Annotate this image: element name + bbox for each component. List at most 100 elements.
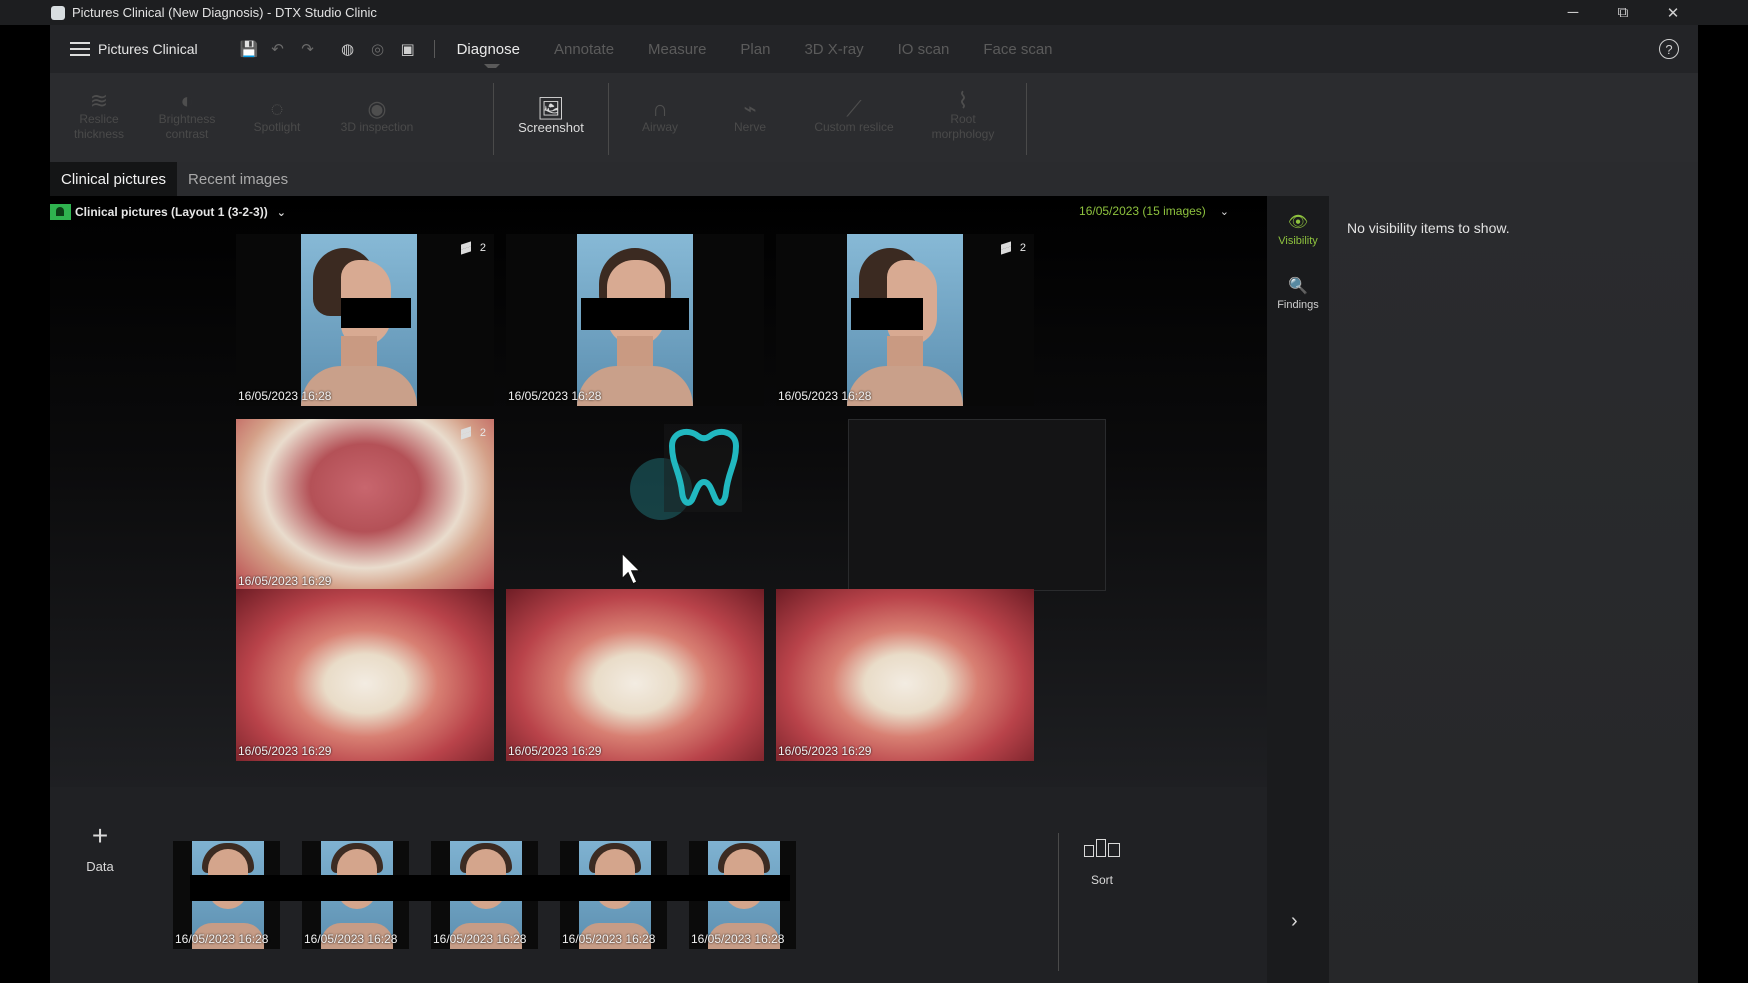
visibility-panel: No visibility items to show. [1329,196,1698,983]
sort-icon [1082,837,1122,865]
root-morphology-icon: ⌇ [957,88,969,113]
tab-recent-images[interactable]: Recent images [177,162,299,196]
image-tile[interactable]: 2 16/05/2023 16:28 [236,234,494,406]
screenshot-icon: 🖼 [537,95,565,121]
plus-icon: + [91,820,109,851]
tab-clinical-pictures[interactable]: Clinical pictures [50,162,178,196]
spotlight-tool[interactable]: ◌ Spotlight [236,73,318,162]
chevron-right-icon[interactable]: › [1291,910,1298,933]
sort-label: Sort [1090,873,1113,887]
view-subtabs: Clinical pictures Recent images [50,162,1698,196]
tab-annotate[interactable]: Annotate [554,41,614,58]
menu-hamburger-icon[interactable] [70,42,90,56]
filmstrip: + Data 16/05/2023 16:28 16/05/2023 16:28… [50,787,1267,983]
3d-inspection-label: 3D inspection [340,119,414,134]
photo-smile-profile [847,234,963,406]
close-button[interactable]: ✕ [1648,0,1698,25]
module-name: Pictures Clinical [98,41,198,57]
top-navigation: Pictures Clinical 💾 ↶ ↷ ◍ ◎ ▣ Diagnose A… [50,25,1698,73]
ribbon-separator [1026,83,1027,155]
chevron-down-icon: ⌄ [1219,205,1229,218]
redo-icon[interactable]: ↷ [300,40,316,58]
tab-io-scan[interactable]: IO scan [898,41,950,58]
brightness-contrast-tool[interactable]: ◐ Brightness contrast [144,73,230,162]
filmstrip-separator [1058,833,1059,971]
thumbnail-timestamp: 16/05/2023 16:28 [691,932,785,946]
brightness-contrast-icon: ◐ [180,88,194,113]
redaction-bar [581,298,689,330]
save-icon[interactable]: 💾 [240,40,259,58]
empty-state-message: No visibility items to show. [1347,220,1510,236]
empty-image-slot[interactable] [848,419,1106,591]
image-tile[interactable]: 16/05/2023 16:29 [236,589,494,761]
layout-label: Clinical pictures (Layout 1 (3-2-3)) [75,205,268,219]
tab-3d-xray[interactable]: 3D X-ray [804,41,863,58]
date-selector[interactable]: 16/05/2023 (15 images) ⌄ [1079,204,1229,218]
image-timestamp: 16/05/2023 16:28 [238,389,332,403]
custom-reslice-icon: ⟋ [846,95,862,121]
image-tile[interactable]: 2 16/05/2023 16:28 [776,234,1034,406]
crop-circle-icon[interactable]: ◎ [370,40,386,58]
image-icon[interactable]: ▣ [400,40,416,58]
date-label: 16/05/2023 (15 images) [1079,204,1206,218]
image-stack-badge: 2 [460,242,486,254]
tab-plan[interactable]: Plan [740,41,770,58]
image-timestamp: 16/05/2023 16:29 [238,744,332,758]
reslice-thickness-tool[interactable]: ≋ Reslice thickness [58,73,140,162]
screenshot-tool[interactable]: 🖼 Screenshot [508,73,594,162]
minimize-button[interactable]: ─ [1548,0,1598,25]
layout-selector[interactable]: Clinical pictures (Layout 1 (3-2-3)) ⌄ [50,203,286,221]
image-tile[interactable]: 16/05/2023 16:29 [776,589,1034,761]
mouse-cursor-icon [621,551,642,586]
custom-reslice-tool[interactable]: ⟋ Custom reslice [798,73,910,162]
3d-inspection-tool[interactable]: ◉ 3D inspection [322,73,432,162]
loading-tooth-icon [630,424,742,536]
maximize-button[interactable]: ⧉ [1598,0,1648,25]
help-icon[interactable]: ? [1659,39,1679,59]
add-data-button[interactable]: + Data [68,820,132,875]
eye-icon: 👁 [1287,214,1309,231]
nerve-tool[interactable]: ⌁ Nerve [710,73,790,162]
aperture-icon[interactable]: ◍ [340,40,356,58]
image-tile[interactable]: 2 16/05/2023 16:29 [236,419,494,591]
tab-face-scan[interactable]: Face scan [983,41,1052,58]
image-tile[interactable]: 16/05/2023 16:28 [506,234,764,406]
airway-label: Airway [641,119,678,134]
tool-ribbon: ≋ Reslice thickness ◐ Brightness contras… [50,73,1698,162]
ribbon-separator [493,83,494,155]
sort-button[interactable]: Sort [1072,837,1132,887]
image-viewer: Clinical pictures (Layout 1 (3-2-3)) ⌄ 1… [50,196,1267,787]
findings-search-icon: 🔍 [1288,278,1308,295]
custom-reslice-label: Custom reslice [814,119,894,134]
image-tile[interactable]: 16/05/2023 16:29 [506,589,764,761]
photo-right-profile [301,234,417,406]
photo-frontal [577,234,693,406]
visibility-label: Visibility [1278,235,1318,247]
image-timestamp: 16/05/2023 16:29 [778,744,872,758]
root-morphology-tool[interactable]: ⌇ Root morphology [918,73,1008,162]
tab-measure[interactable]: Measure [648,41,706,58]
spotlight-icon: ◌ [270,95,284,121]
nerve-label: Nerve [733,119,766,134]
visibility-button[interactable]: 👁 Visibility [1267,212,1329,247]
screenshot-label: Screenshot [518,119,584,135]
airway-tool[interactable]: ∩ Airway [620,73,700,162]
root-morphology-label: Root morphology [931,112,995,141]
app-logo-icon [51,5,65,20]
thumbnail-timestamp: 16/05/2023 16:28 [304,932,398,946]
layers-icon [1000,242,1012,254]
airway-icon: ∩ [652,95,668,121]
spotlight-label: Spotlight [253,119,301,134]
chevron-down-icon: ⌄ [276,206,286,219]
findings-button[interactable]: 🔍 Findings [1267,276,1329,311]
tab-diagnose[interactable]: Diagnose [457,41,520,68]
redaction-bar [851,298,923,330]
image-stack-badge: 2 [1000,242,1026,254]
reslice-thickness-label: Reslice thickness [73,112,125,141]
thumbnail-timestamp: 16/05/2023 16:28 [175,932,269,946]
image-timestamp: 16/05/2023 16:29 [508,744,602,758]
undo-icon[interactable]: ↶ [270,40,286,58]
redaction-bar [190,875,790,901]
image-stack-badge: 2 [460,427,486,439]
add-data-label: Data [86,859,114,874]
